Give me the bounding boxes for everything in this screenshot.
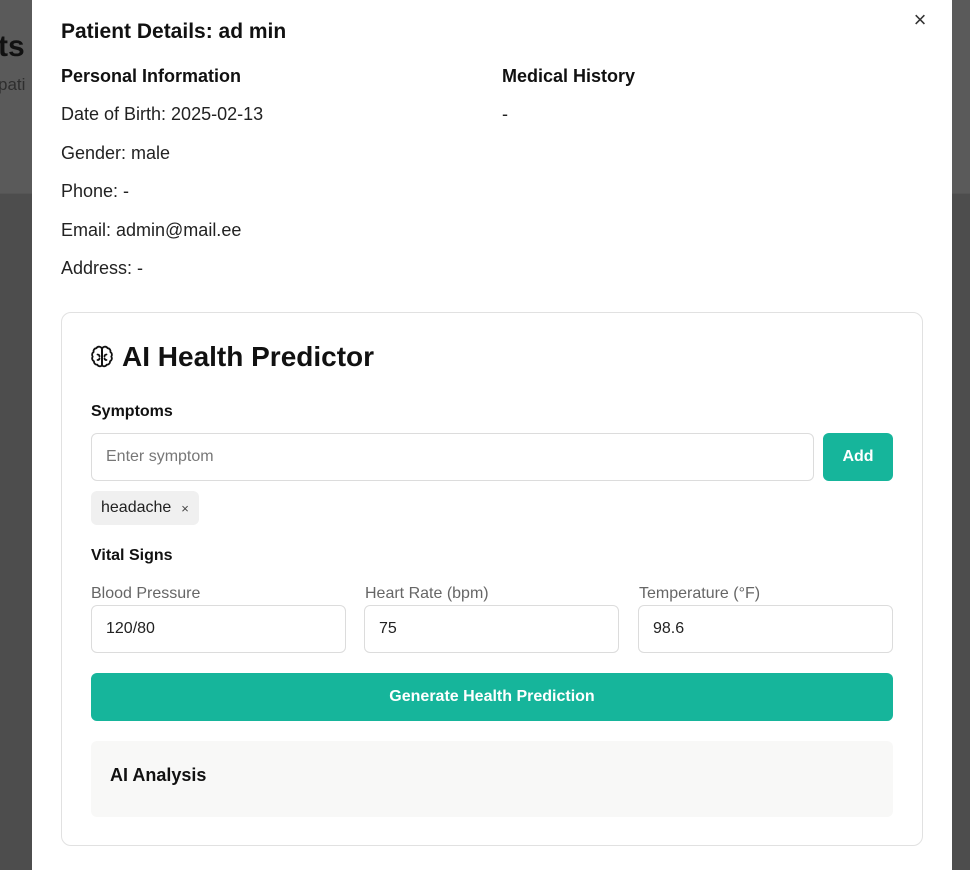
- ai-analysis-panel: AI Analysis: [91, 741, 893, 817]
- ai-health-predictor-card: AI Health Predictor Symptoms Add headach…: [61, 312, 923, 846]
- date-of-birth: Date of Birth: 2025-02-13: [61, 104, 264, 124]
- close-icon[interactable]: ×: [910, 9, 930, 31]
- vital-signs-label: Vital Signs: [91, 547, 173, 564]
- temperature-input[interactable]: [638, 605, 893, 653]
- ai-analysis-title: AI Analysis: [110, 765, 207, 785]
- temperature-label: Temperature (°F): [639, 585, 761, 602]
- heart-rate-label: Heart Rate (bpm): [365, 585, 489, 602]
- medical-history-heading: Medical History: [502, 66, 636, 86]
- remove-symptom-icon[interactable]: ×: [181, 501, 189, 516]
- patient-details-modal: × Patient Details: ad min Personal Infor…: [32, 0, 952, 870]
- add-symptom-button[interactable]: Add: [823, 433, 893, 481]
- email: Email: admin@mail.ee: [61, 220, 242, 240]
- blood-pressure-label: Blood Pressure: [91, 585, 201, 602]
- brain-icon: [90, 345, 114, 369]
- address: Address: -: [61, 258, 144, 278]
- heart-rate-input[interactable]: [364, 605, 619, 653]
- predictor-title-text: AI Health Predictor: [122, 341, 375, 372]
- modal-title: Patient Details: ad min: [61, 20, 287, 43]
- background-subtitle: pati: [0, 75, 26, 94]
- personal-information-heading: Personal Information: [61, 66, 242, 86]
- symptom-chip-label: headache: [101, 499, 172, 516]
- phone: Phone: -: [61, 181, 130, 201]
- generate-prediction-button[interactable]: Generate Health Prediction: [91, 673, 893, 721]
- blood-pressure-input[interactable]: [91, 605, 346, 653]
- predictor-title: AI Health Predictor: [90, 341, 374, 373]
- symptoms-label: Symptoms: [91, 403, 173, 420]
- symptom-input[interactable]: [91, 433, 814, 481]
- symptom-chip: headache ×: [91, 491, 199, 525]
- background-title: ts: [0, 30, 25, 63]
- medical-history-value: -: [502, 104, 508, 124]
- gender: Gender: male: [61, 143, 171, 163]
